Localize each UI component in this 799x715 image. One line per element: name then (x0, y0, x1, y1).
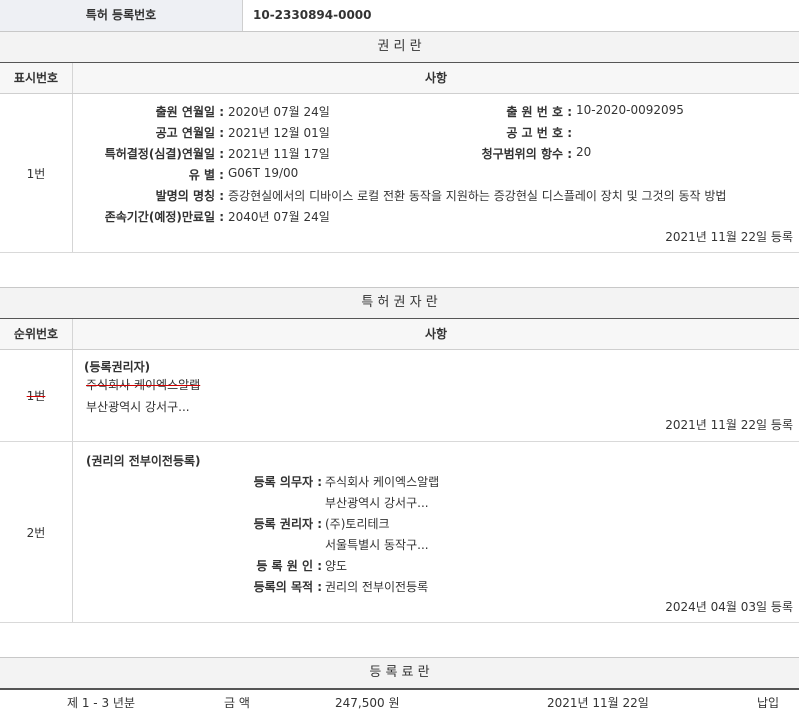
expiry-date-value: 2040년 07월 24일 (228, 210, 330, 224)
owner-row-2-num: 2번 (0, 442, 73, 622)
filing-date-label: 출원 연월일 : (155, 105, 224, 119)
rights-section-title: 권 리 란 (0, 31, 799, 64)
owner-row-1: 1번 (등록권리자) 주식회사 케이엑스알랩 부산광역시 강서구... 2021… (0, 350, 799, 442)
classification-value: G06T 19/00 (228, 166, 299, 180)
rights-row-num: 1번 (0, 94, 73, 252)
invention-title-label: 발명의 명칭 : (155, 189, 224, 203)
owner-row-1-heading: (등록권리자) (84, 360, 151, 374)
fees-section-title: 등 록 료 란 (0, 657, 799, 690)
registration-number-label: 특허 등록번호 (0, 0, 243, 31)
obligor-label: 등록 의무자 : (253, 475, 322, 489)
owners-section-title: 특 허 권 자 란 (0, 287, 799, 320)
application-number-value: 10-2020-0092095 (576, 103, 684, 117)
publication-date-value: 2021년 12월 01일 (228, 126, 330, 140)
invention-title-value: 증강현실에서의 디바이스 로컬 전환 동작을 지원하는 증강현실 디스플레이 장… (228, 189, 727, 203)
registration-number-bar: 특허 등록번호 10-2330894-0000 (0, 0, 799, 32)
rights-col-num: 표시번호 (0, 63, 73, 93)
expiry-date-label: 존속기간(예정)만료일 : (104, 210, 224, 224)
purpose-label: 등록의 목적 : (253, 580, 322, 594)
classification-label: 유 별 : (188, 168, 224, 182)
holder-name: (주)토리테크 (325, 517, 390, 531)
owner-row-2: 2번 (권리의 전부이전등록) 등록 의무자 : 주식회사 케이엑스알랩 부산광… (0, 442, 799, 623)
owner-row-1-name: 주식회사 케이엑스알랩 (86, 378, 201, 392)
rights-column-header: 표시번호 사항 (0, 63, 799, 94)
decision-date-label: 특허결정(심결)연월일 : (104, 147, 224, 161)
registration-number-value: 10-2330894-0000 (253, 8, 372, 22)
cause-label: 등 록 원 인 : (256, 559, 322, 573)
fee-amount: 247,500 원 (335, 696, 400, 710)
owners-col-num: 순위번호 (0, 319, 73, 349)
owner-row-2-registered: 2024년 04월 03일 등록 (665, 600, 793, 614)
cause-value: 양도 (325, 559, 348, 573)
obligor-name: 주식회사 케이엑스알랩 (325, 475, 440, 489)
fee-status: 납입 (757, 696, 780, 710)
owner-row-1-num: 1번 (0, 350, 73, 441)
claims-count-value: 20 (576, 145, 592, 159)
owners-column-header: 순위번호 사항 (0, 319, 799, 350)
holder-address: 서울특별시 동작구... (325, 538, 429, 552)
filing-date-value: 2020년 07월 24일 (228, 105, 330, 119)
claims-count-label: 청구범위의 항수 : (481, 147, 572, 161)
decision-date-value: 2021년 11월 17일 (228, 147, 330, 161)
owners-col-item: 사항 (424, 327, 448, 341)
fee-date: 2021년 11월 22일 (547, 696, 649, 710)
owner-row-1-address: 부산광역시 강서구... (86, 400, 190, 414)
owner-row-2-heading: (권리의 전부이전등록) (86, 454, 201, 468)
fee-row: 제 1 - 3 년분 금 액 247,500 원 2021년 11월 22일 납… (0, 689, 799, 715)
publication-number-label: 공 고 번 호 : (506, 126, 572, 140)
owner-row-1-registered: 2021년 11월 22일 등록 (665, 418, 793, 432)
fee-amount-label: 금 액 (224, 696, 250, 710)
holder-label: 등록 권리자 : (253, 517, 322, 531)
publication-date-label: 공고 연월일 : (155, 126, 224, 140)
rights-registered-date: 2021년 11월 22일 등록 (665, 230, 793, 244)
rights-col-item: 사항 (424, 71, 448, 85)
rights-row: 1번 출원 연월일 : 2020년 07월 24일 공고 연월일 : 2021년… (0, 94, 799, 253)
obligor-address: 부산광역시 강서구... (325, 496, 429, 510)
purpose-value: 권리의 전부이전등록 (325, 580, 429, 594)
fee-period: 제 1 - 3 년분 (67, 696, 135, 710)
application-number-label: 출 원 번 호 : (506, 105, 572, 119)
